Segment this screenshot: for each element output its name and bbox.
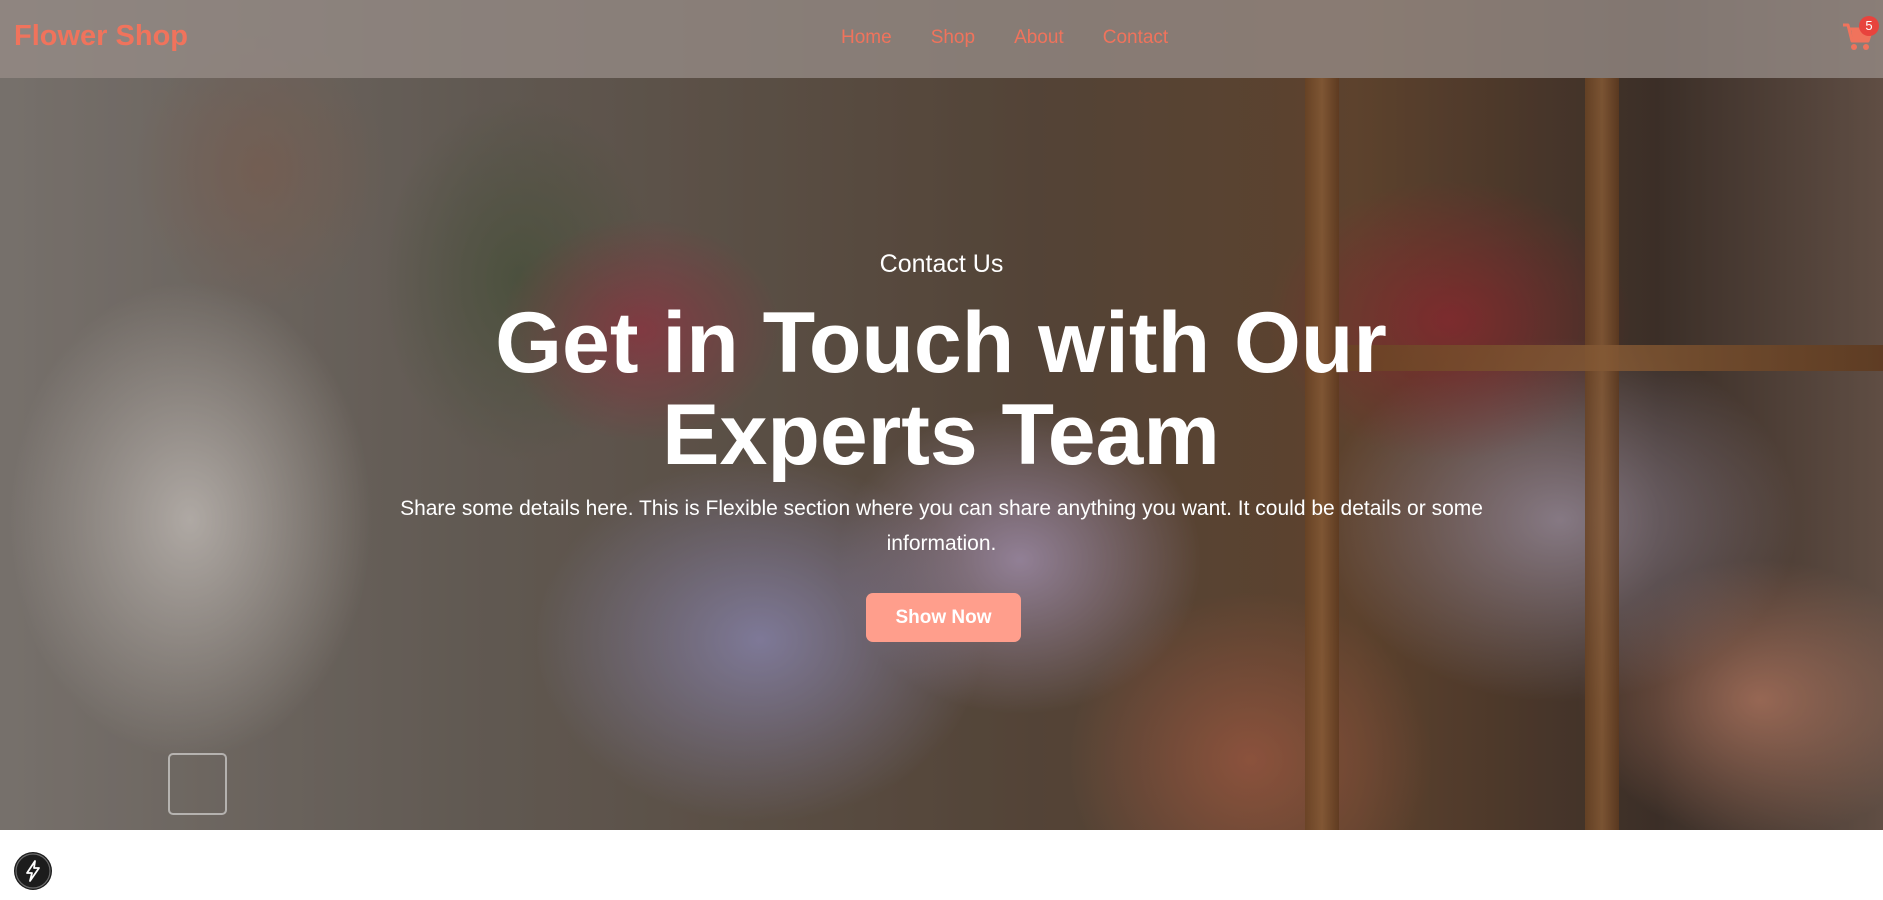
nav-link-shop[interactable]: Shop: [931, 27, 975, 48]
lightning-bolt-icon[interactable]: [14, 852, 52, 890]
brand-logo[interactable]: Flower Shop: [14, 20, 188, 53]
nav-link-home[interactable]: Home: [841, 27, 892, 48]
hero-headline: Get in Touch with Our Experts Team: [495, 295, 1387, 483]
decorative-frame: [168, 753, 227, 815]
hero-eyebrow: Contact Us: [879, 250, 1004, 278]
navbar: Flower Shop Home Shop About Contact 5: [0, 0, 1883, 78]
nav-link-about[interactable]: About: [1014, 27, 1064, 48]
show-now-button[interactable]: Show Now: [866, 593, 1021, 642]
hero-subtext: Share some details here. This is Flexibl…: [400, 497, 1483, 555]
cart-count-badge: 5: [1859, 16, 1879, 36]
nav-link-contact[interactable]: Contact: [1103, 27, 1168, 48]
nav-menu: Home Shop About Contact: [841, 27, 1207, 49]
